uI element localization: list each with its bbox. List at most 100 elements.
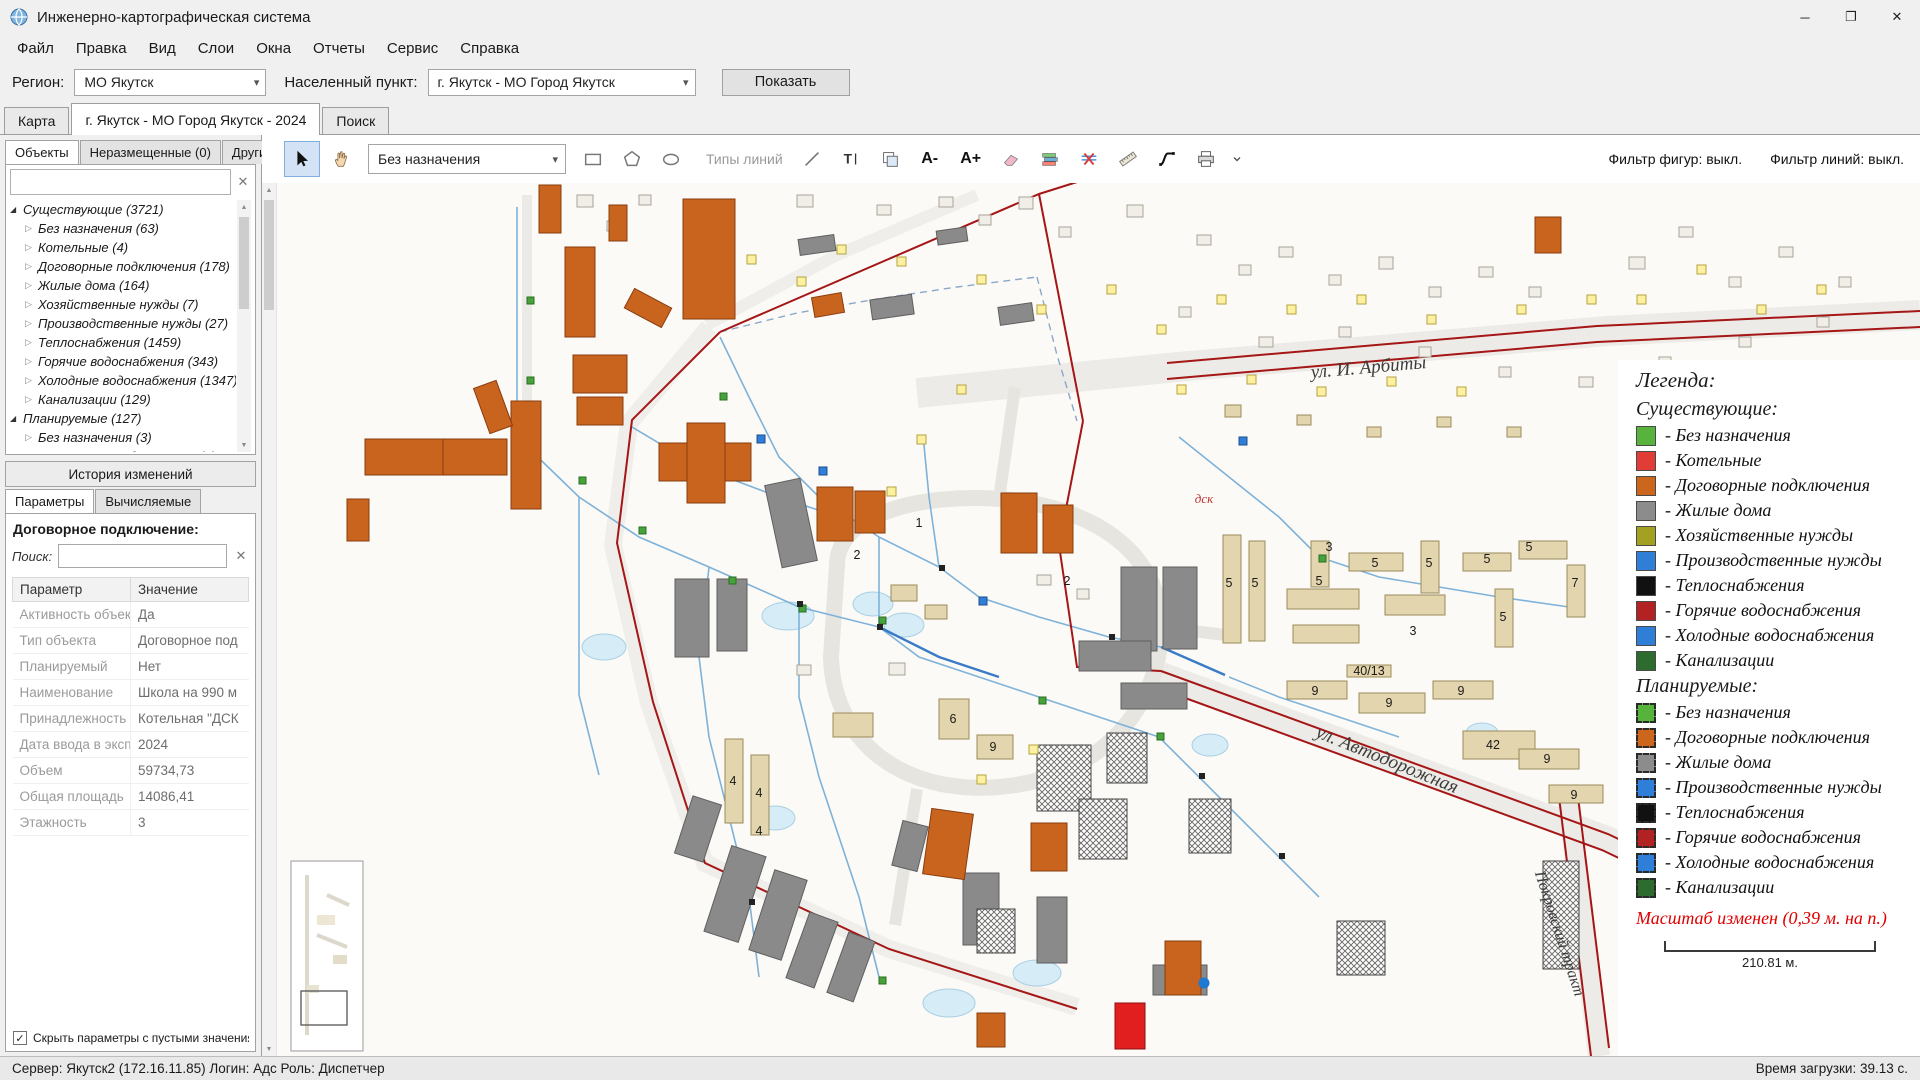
tree-item[interactable]: ▷Канализации (129) bbox=[10, 390, 236, 409]
column-header-parameter[interactable]: Параметр bbox=[13, 578, 131, 602]
parameter-row[interactable]: ПланируемыйНет bbox=[13, 654, 249, 680]
menu-item[interactable]: Слои bbox=[187, 36, 245, 61]
tree-item[interactable]: ▷Без назначения (63) bbox=[10, 219, 236, 238]
draw-line-tool[interactable] bbox=[794, 141, 830, 177]
tree-item[interactable]: ▷Теплоснабжения (1459) bbox=[10, 333, 236, 352]
document-tab[interactable]: Поиск bbox=[322, 107, 389, 134]
parameter-row[interactable]: Тип объектаДоговорное под bbox=[13, 628, 249, 654]
tree-scrollbar[interactable]: ▲ ▼ bbox=[237, 200, 251, 452]
tree-item[interactable]: ▷Горячие водоснабжения (343) bbox=[10, 352, 236, 371]
legend-swatch bbox=[1636, 853, 1656, 873]
history-tab[interactable]: История изменений bbox=[5, 461, 256, 487]
route-tool[interactable] bbox=[1149, 141, 1185, 177]
menu-item[interactable]: Вид bbox=[138, 36, 187, 61]
expand-arrow-icon[interactable]: ◢ bbox=[10, 205, 23, 214]
toolbar-overflow-button[interactable] bbox=[1227, 141, 1247, 177]
scroll-thumb[interactable] bbox=[239, 217, 249, 309]
overview-minimap[interactable] bbox=[291, 861, 363, 1051]
menu-item[interactable]: Сервис bbox=[376, 36, 449, 61]
scroll-up-icon[interactable]: ▲ bbox=[241, 200, 248, 214]
tree-item[interactable]: ▷Договорные подключения (178) bbox=[10, 257, 236, 276]
tree-item[interactable]: ▷Котельные (4) bbox=[10, 238, 236, 257]
column-header-value[interactable]: Значение bbox=[131, 578, 249, 602]
eraser-tool[interactable] bbox=[993, 141, 1029, 177]
legend-label: - Хозяйственные нужды bbox=[1665, 525, 1853, 546]
objects-search-input[interactable] bbox=[10, 169, 231, 195]
clear-search-icon[interactable]: ✕ bbox=[235, 174, 251, 190]
expand-arrow-icon[interactable]: ▷ bbox=[25, 223, 38, 234]
parameter-tab[interactable]: Параметры bbox=[5, 489, 94, 513]
close-button[interactable]: ✕ bbox=[1874, 0, 1920, 34]
minimize-button[interactable]: ─ bbox=[1782, 0, 1828, 34]
svg-text:9: 9 bbox=[1571, 788, 1578, 802]
expand-arrow-icon[interactable]: ▷ bbox=[25, 299, 38, 310]
sidebar-tab[interactable]: Неразмещенные (0) bbox=[80, 140, 221, 164]
tree-item[interactable]: ▷Договорные подключения (6) bbox=[10, 447, 236, 452]
show-button[interactable]: Показать bbox=[722, 69, 850, 96]
expand-arrow-icon[interactable]: ▷ bbox=[25, 451, 38, 452]
copy-shapes-tool[interactable] bbox=[872, 141, 908, 177]
hide-lines-tool[interactable] bbox=[1071, 141, 1107, 177]
map-scrollbar[interactable]: ▲ ▼ bbox=[262, 183, 277, 1056]
parameter-row[interactable]: Дата ввода в эксплуат2024 bbox=[13, 732, 249, 758]
expand-arrow-icon[interactable]: ▷ bbox=[25, 394, 38, 405]
expand-arrow-icon[interactable]: ▷ bbox=[25, 242, 38, 253]
tree-item[interactable]: ▷Без назначения (3) bbox=[10, 428, 236, 447]
measure-tool[interactable] bbox=[1110, 141, 1146, 177]
expand-arrow-icon[interactable]: ▷ bbox=[25, 261, 38, 272]
scroll-down-icon[interactable]: ▼ bbox=[241, 438, 248, 452]
menu-item[interactable]: Файл bbox=[6, 36, 65, 61]
legend-label: - Котельные bbox=[1665, 450, 1761, 471]
svg-text:9: 9 bbox=[990, 740, 997, 754]
expand-arrow-icon[interactable]: ▷ bbox=[25, 318, 38, 329]
tree-item[interactable]: ▷Холодные водоснабжения (1347) bbox=[10, 371, 236, 390]
tree-item[interactable]: ▷Хозяйственные нужды (7) bbox=[10, 295, 236, 314]
parameter-row[interactable]: Объем59734,73 bbox=[13, 758, 249, 784]
menu-item[interactable]: Окна bbox=[245, 36, 302, 61]
expand-arrow-icon[interactable]: ▷ bbox=[25, 432, 38, 443]
expand-arrow-icon[interactable]: ◢ bbox=[10, 414, 23, 423]
text-tool[interactable]: T bbox=[833, 141, 869, 177]
menu-item[interactable]: Правка bbox=[65, 36, 138, 61]
tree-group[interactable]: ◢Существующие (3721) bbox=[10, 200, 236, 219]
params-search-input[interactable] bbox=[58, 544, 227, 568]
scroll-thumb[interactable] bbox=[264, 200, 274, 310]
parameter-row[interactable]: Активность объектаДа bbox=[13, 602, 249, 628]
parameter-row[interactable]: Общая площадь14086,41 bbox=[13, 784, 249, 810]
tree-item[interactable]: ▷Жилые дома (164) bbox=[10, 276, 236, 295]
font-decrease-button[interactable]: A- bbox=[911, 141, 949, 177]
draw-ellipse-tool[interactable] bbox=[653, 141, 689, 177]
tree-group[interactable]: ◢Планируемые (127) bbox=[10, 409, 236, 428]
region-combobox[interactable]: МО Якутск ▾ bbox=[74, 69, 266, 96]
checkbox-icon[interactable]: ✓ bbox=[13, 1031, 27, 1045]
sidebar-tab[interactable]: Объекты bbox=[5, 140, 79, 164]
tree-item[interactable]: ▷Производственные нужды (27) bbox=[10, 314, 236, 333]
map-filters: Фильтр фигур: выкл. Фильтр линий: выкл. bbox=[1608, 151, 1904, 167]
document-tab[interactable]: Карта bbox=[4, 107, 69, 134]
parameter-tab[interactable]: Вычисляемые bbox=[95, 489, 201, 513]
pan-tool[interactable] bbox=[323, 141, 359, 177]
maximize-button[interactable]: ❐ bbox=[1828, 0, 1874, 34]
settlement-combobox[interactable]: г. Якутск - МО Город Якутск ▾ bbox=[428, 69, 696, 96]
document-tab[interactable]: г. Якутск - МО Город Якутск - 2024 bbox=[71, 103, 320, 135]
font-increase-button[interactable]: A+ bbox=[952, 141, 990, 177]
expand-arrow-icon[interactable]: ▷ bbox=[25, 337, 38, 348]
draw-polygon-tool[interactable] bbox=[614, 141, 650, 177]
layer-colors-tool[interactable] bbox=[1032, 141, 1068, 177]
menu-item[interactable]: Справка bbox=[449, 36, 530, 61]
parameter-row[interactable]: Принадлежность к коКотельная "ДСК bbox=[13, 706, 249, 732]
scroll-down-icon[interactable]: ▼ bbox=[266, 1042, 273, 1056]
expand-arrow-icon[interactable]: ▷ bbox=[25, 280, 38, 291]
select-tool[interactable] bbox=[284, 141, 320, 177]
expand-arrow-icon[interactable]: ▷ bbox=[25, 356, 38, 367]
parameter-row[interactable]: Этажность3 bbox=[13, 810, 249, 836]
assignment-combobox[interactable]: Без назначения▾ bbox=[368, 144, 566, 174]
print-button[interactable] bbox=[1188, 141, 1224, 177]
draw-rectangle-tool[interactable] bbox=[575, 141, 611, 177]
hide-empty-checkbox[interactable]: ✓ Скрыть параметры с пустыми значениями bbox=[12, 1027, 249, 1047]
scroll-up-icon[interactable]: ▲ bbox=[266, 183, 273, 197]
menu-item[interactable]: Отчеты bbox=[302, 36, 376, 61]
expand-arrow-icon[interactable]: ▷ bbox=[25, 375, 38, 386]
clear-params-search-icon[interactable]: ✕ bbox=[233, 548, 249, 564]
parameter-row[interactable]: НаименованиеШкола на 990 м bbox=[13, 680, 249, 706]
